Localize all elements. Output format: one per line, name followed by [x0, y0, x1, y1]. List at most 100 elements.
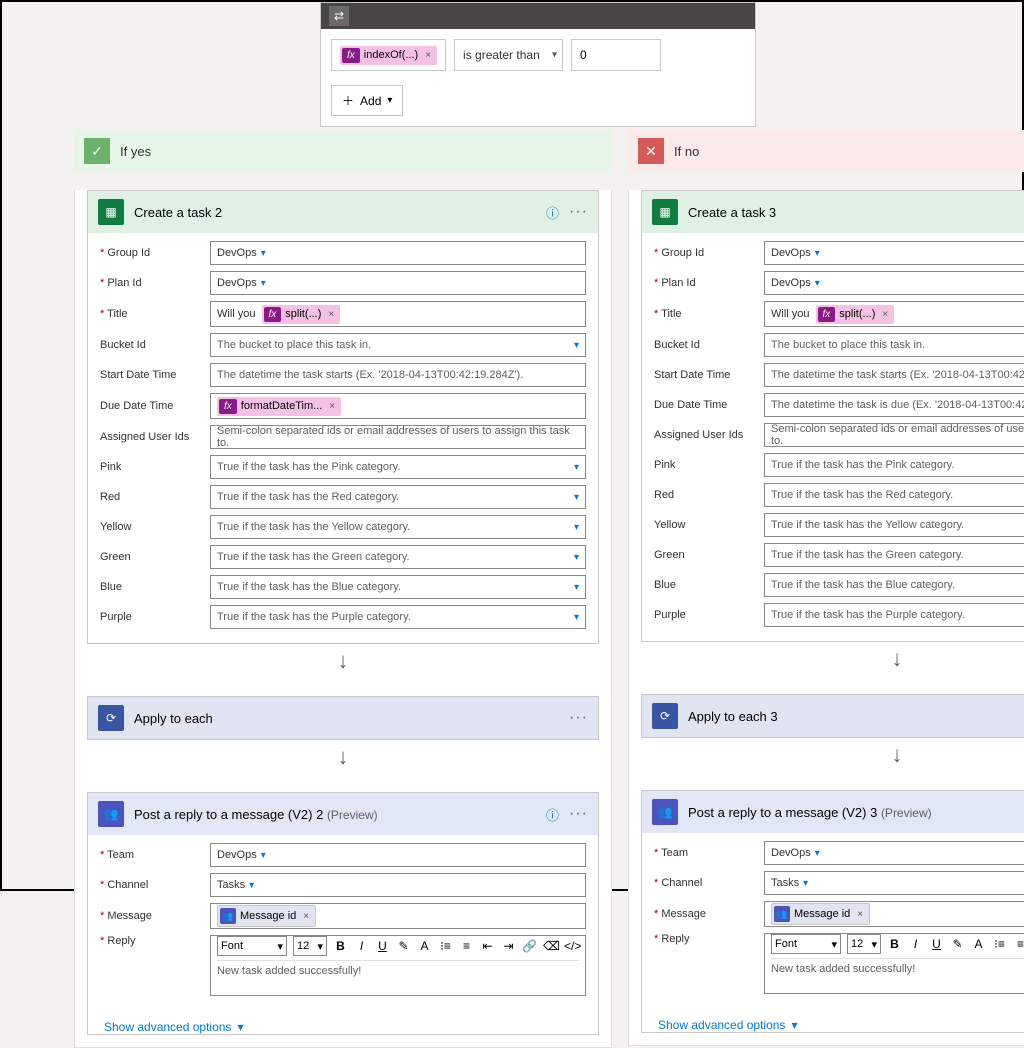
red-select[interactable]: True if the task has the Red category.▾ [210, 485, 586, 509]
reply-editor[interactable]: Font▾ 12▾ B I U ✎ A ⁝≡ ≡ ⇤ [210, 935, 586, 996]
dynamic-pill-messageid[interactable]: 👥Message id× [217, 905, 316, 927]
clear-icon[interactable]: ⌫ [543, 939, 558, 953]
pencil-icon[interactable]: ✎ [396, 939, 411, 953]
condition-title [357, 9, 360, 23]
blue-select[interactable]: True if the task has the Blue category.▾ [210, 575, 586, 599]
bullet-list-icon[interactable]: ⁝≡ [992, 937, 1007, 951]
dynamic-pill-messageid[interactable]: 👥Message id× [771, 903, 870, 925]
advanced-options-link[interactable]: Show advanced options▾ [88, 1010, 598, 1034]
font-select[interactable]: Font▾ [217, 936, 287, 956]
italic-icon[interactable]: I [908, 937, 923, 951]
more-icon[interactable]: ··· [569, 203, 588, 221]
group-select[interactable]: DevOps▾ [764, 241, 1024, 265]
italic-icon[interactable]: I [354, 939, 369, 953]
fx-pill-split[interactable]: fxsplit(...)× [816, 305, 895, 324]
chevron-down-icon: ▾ [387, 95, 392, 106]
channel-select[interactable]: Tasks▾ [210, 873, 586, 897]
condition-value-input[interactable] [571, 39, 661, 71]
green-select[interactable]: True if the task has the Green category.… [210, 545, 586, 569]
code-icon[interactable]: </> [564, 939, 579, 953]
plan-select[interactable]: DevOps▾ [210, 271, 586, 295]
fx-icon: fx [219, 399, 237, 414]
pencil-icon[interactable]: ✎ [950, 937, 965, 951]
more-icon[interactable]: ··· [569, 805, 588, 823]
start-input[interactable]: The datetime the task starts (Ex. '2018-… [764, 363, 1024, 387]
channel-select[interactable]: Tasks▾ [764, 871, 1024, 895]
yellow-select[interactable]: True if the task has the Yellow category… [210, 515, 586, 539]
chevron-down-icon: ▾ [811, 278, 820, 289]
help-icon[interactable]: ⓘ [546, 203, 559, 222]
advanced-options-link[interactable]: Show advanced options▾ [642, 1008, 1024, 1032]
card-title: Apply to each 3 [688, 709, 778, 724]
underline-icon[interactable]: U [929, 937, 944, 951]
reply-body[interactable]: New task added successfully! [771, 963, 1024, 987]
bold-icon[interactable]: B [887, 937, 902, 951]
red-select[interactable]: True if the task has the Red category.▾ [764, 483, 1024, 507]
close-icon[interactable]: × [879, 309, 888, 320]
card-header[interactable]: 👥 Post a reply to a message (V2) 2 (Prev… [88, 793, 598, 835]
size-select[interactable]: 12▾ [293, 936, 327, 956]
purple-select[interactable]: True if the task has the Purple category… [764, 603, 1024, 627]
label-due: Due Date Time [654, 399, 754, 411]
branch-yes: ✓ If yes ▦ Create a task 2 ⓘ ··· Group I… [74, 130, 612, 1048]
outdent-icon[interactable]: ⇤ [480, 939, 495, 953]
purple-select[interactable]: True if the task has the Purple category… [210, 605, 586, 629]
team-select[interactable]: DevOps▾ [210, 843, 586, 867]
card-header[interactable]: ⟳ Apply to each ··· [88, 697, 598, 739]
more-icon[interactable]: ··· [569, 709, 588, 727]
fx-pill-indexof[interactable]: fx indexOf(...) × [340, 46, 437, 65]
pink-select[interactable]: True if the task has the Pink category.▾ [210, 455, 586, 479]
add-button[interactable]: ＋ Add ▾ [331, 85, 403, 116]
title-input[interactable]: Will youfxsplit(...)× [210, 301, 586, 327]
yellow-select[interactable]: True if the task has the Yellow category… [764, 513, 1024, 537]
due-input[interactable]: The datetime the task is due (Ex. '2018-… [764, 393, 1024, 417]
card-header[interactable]: ⟳ Apply to each 3 ··· [642, 695, 1024, 737]
highlight-icon[interactable]: A [417, 939, 432, 953]
condition-left-box[interactable]: fx indexOf(...) × [331, 39, 446, 71]
plan-select[interactable]: DevOps▾ [764, 271, 1024, 295]
add-label: Add [360, 94, 381, 108]
green-select[interactable]: True if the task has the Green category.… [764, 543, 1024, 567]
link-icon[interactable]: 🔗 [522, 939, 537, 953]
blue-select[interactable]: True if the task has the Blue category.▾ [764, 573, 1024, 597]
number-list-icon[interactable]: ≡ [459, 939, 474, 953]
assign-input[interactable]: Semi-colon separated ids or email addres… [764, 423, 1024, 447]
condition-card[interactable]: ⇄ fx indexOf(...) × is greater than ▾ [320, 2, 756, 127]
number-list-icon[interactable]: ≡ [1013, 937, 1024, 951]
close-icon[interactable]: × [300, 911, 309, 922]
fx-pill-split[interactable]: fxsplit(...)× [262, 305, 341, 324]
reply-editor[interactable]: Font▾ 12▾ B I U ✎ A ⁝≡ ≡ ⇤ [764, 933, 1024, 994]
close-icon[interactable]: × [422, 50, 431, 61]
card-header[interactable]: ▦ Create a task 3 ⓘ ··· [642, 191, 1024, 233]
assign-input[interactable]: Semi-colon separated ids or email addres… [210, 425, 586, 449]
operator-select[interactable]: is greater than [454, 39, 563, 71]
close-icon[interactable]: × [854, 909, 863, 920]
underline-icon[interactable]: U [375, 939, 390, 953]
bullet-list-icon[interactable]: ⁝≡ [438, 939, 453, 953]
message-input[interactable]: 👥Message id× [210, 903, 586, 929]
title-input[interactable]: Will youfxsplit(...)× [764, 301, 1024, 327]
message-input[interactable]: 👥Message id× [764, 901, 1024, 927]
highlight-icon[interactable]: A [971, 937, 986, 951]
bucket-select[interactable]: The bucket to place this task in.▾ [764, 333, 1024, 357]
fx-pill-formatdate[interactable]: fxformatDateTim...× [217, 397, 341, 416]
close-icon[interactable]: × [326, 401, 335, 412]
close-icon[interactable]: × [325, 309, 334, 320]
card-header[interactable]: 👥 Post a reply to a message (V2) 3 (Prev… [642, 791, 1024, 833]
font-select[interactable]: Font▾ [771, 934, 841, 954]
pink-select[interactable]: True if the task has the Pink category.▾ [764, 453, 1024, 477]
size-select[interactable]: 12▾ [847, 934, 881, 954]
chevron-down-icon: ▾ [570, 522, 579, 533]
help-icon[interactable]: ⓘ [546, 805, 559, 824]
due-input[interactable]: fxformatDateTim...× [210, 393, 586, 419]
bold-icon[interactable]: B [333, 939, 348, 953]
branch-yes-header[interactable]: ✓ If yes [74, 130, 612, 172]
bucket-select[interactable]: The bucket to place this task in.▾ [210, 333, 586, 357]
indent-icon[interactable]: ⇥ [501, 939, 516, 953]
start-input[interactable]: The datetime the task starts (Ex. '2018-… [210, 363, 586, 387]
reply-body[interactable]: New task added successfully! [217, 965, 579, 989]
branch-no-header[interactable]: ✕ If no [628, 130, 1024, 172]
team-select[interactable]: DevOps▾ [764, 841, 1024, 865]
group-select[interactable]: DevOps▾ [210, 241, 586, 265]
card-header[interactable]: ▦ Create a task 2 ⓘ ··· [88, 191, 598, 233]
